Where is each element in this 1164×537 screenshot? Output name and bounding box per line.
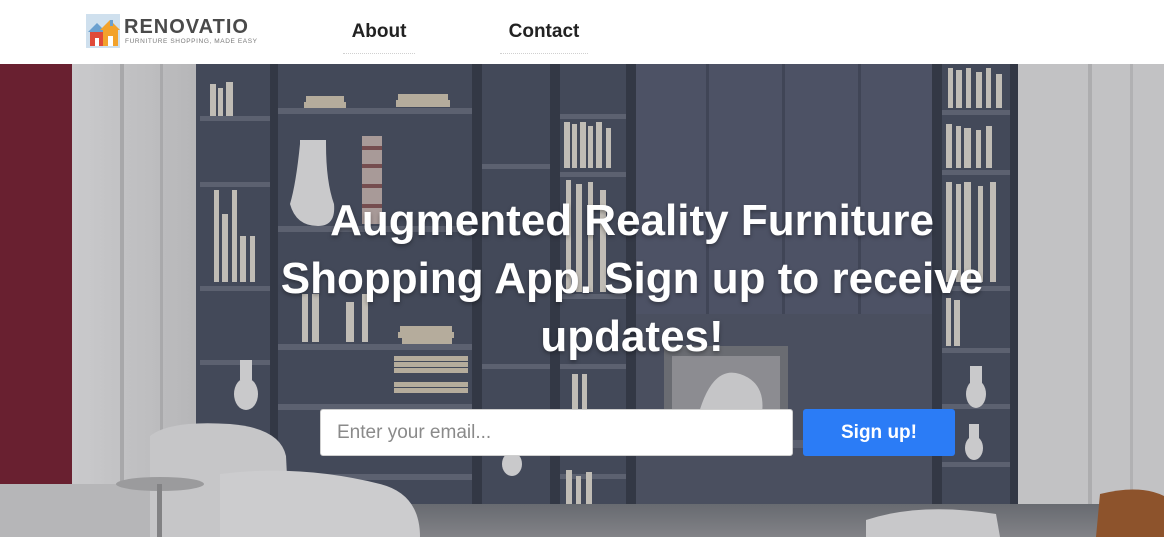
brand-logo[interactable]: RENOVATIO FURNITURE SHOPPING, MADE EASY [86,14,257,50]
hero-section: Augmented Reality Furniture Shopping App… [0,64,1164,537]
email-input[interactable] [320,409,793,456]
nav-link-contact[interactable]: Contact [500,12,588,54]
signup-button[interactable]: Sign up! [803,409,955,456]
house-icon [86,14,120,48]
brand-name: RENOVATIO [124,16,249,38]
nav-link-about[interactable]: About [343,12,415,54]
top-navbar: RENOVATIO FURNITURE SHOPPING, MADE EASY … [0,0,1164,64]
hero-headline: Augmented Reality Furniture Shopping App… [280,196,984,361]
brand-tagline: FURNITURE SHOPPING, MADE EASY [125,38,258,45]
